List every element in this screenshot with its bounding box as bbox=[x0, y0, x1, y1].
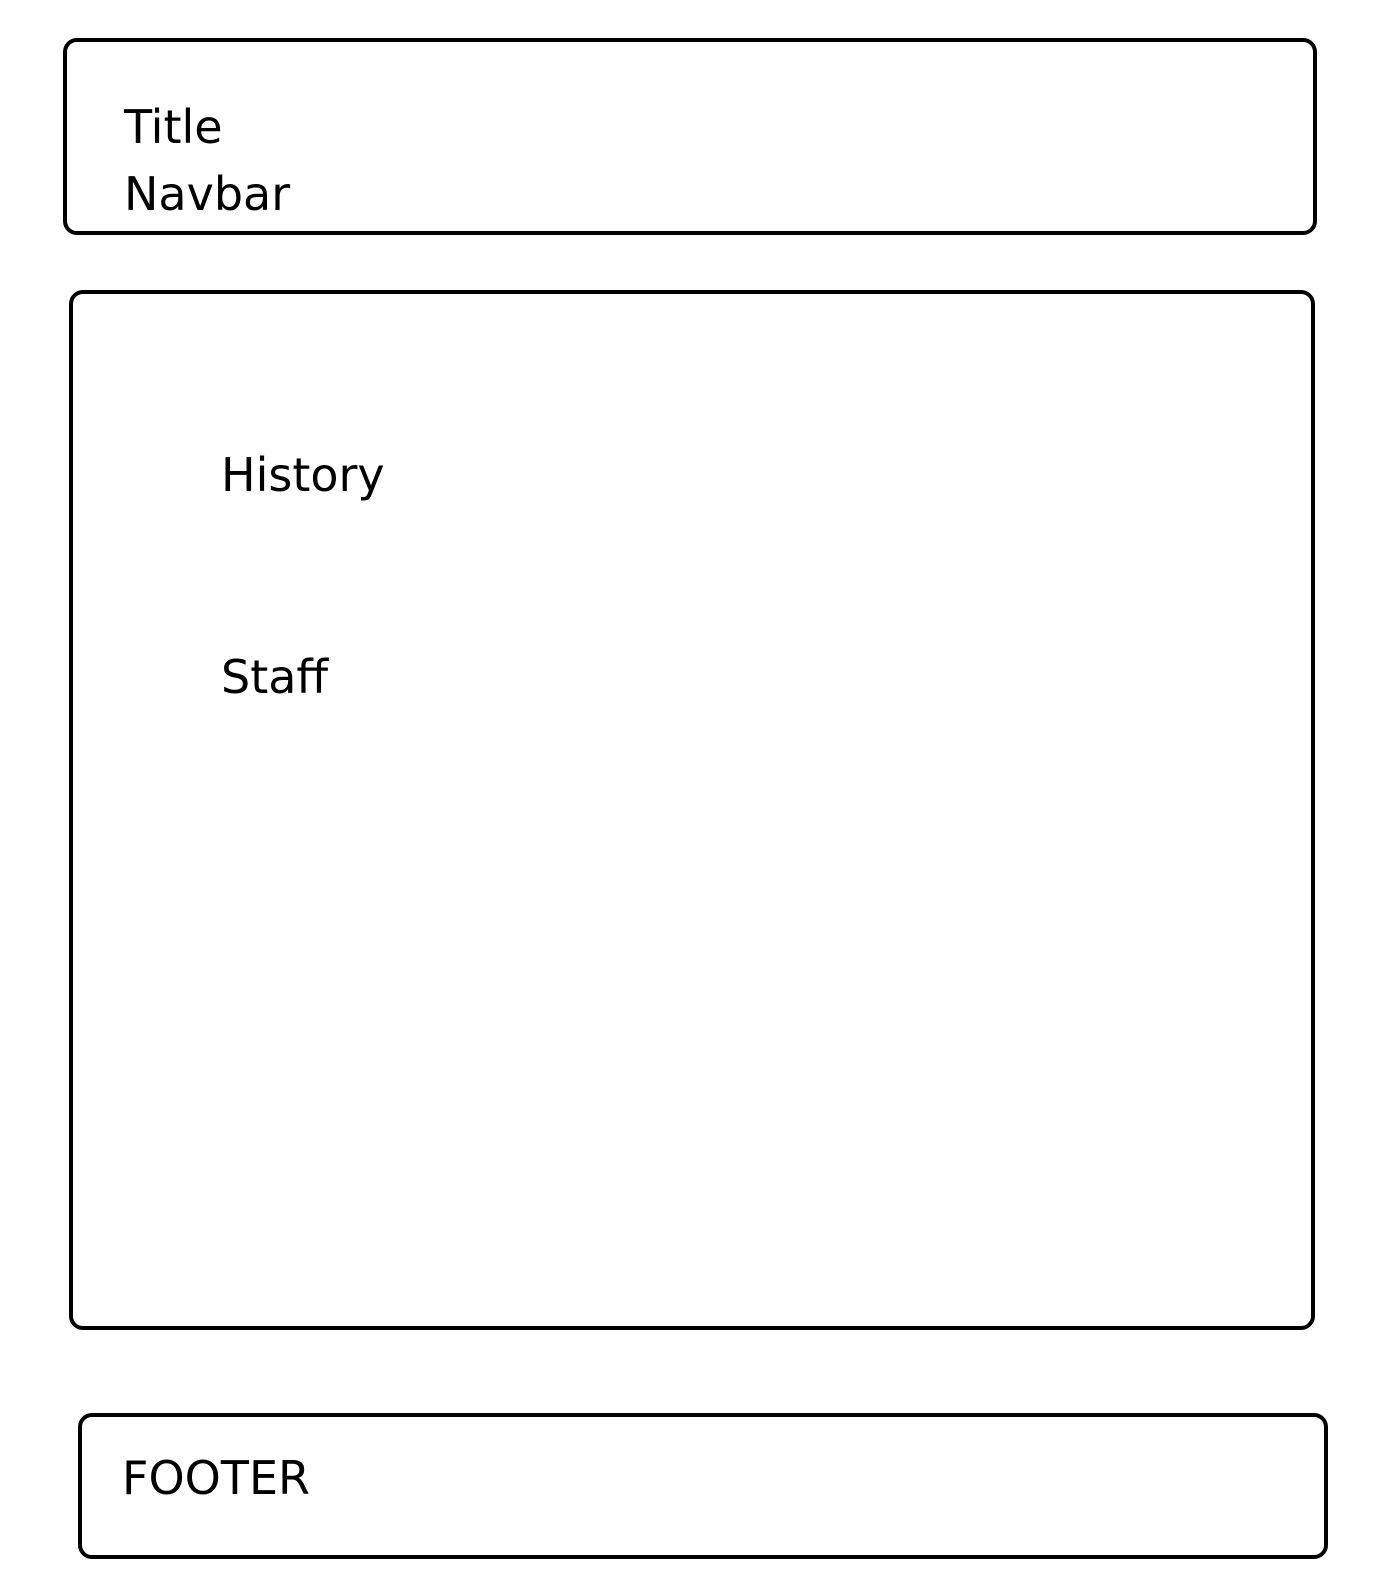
footer-label: FOOTER bbox=[122, 1451, 310, 1505]
footer-box: FOOTER bbox=[78, 1413, 1328, 1559]
main-content-box: History Staff bbox=[69, 290, 1315, 1330]
section-history-label: History bbox=[221, 448, 385, 502]
section-staff-label: Staff bbox=[221, 650, 329, 704]
header-box: Title Navbar bbox=[63, 38, 1317, 235]
page-title: Title bbox=[124, 100, 223, 154]
navbar-label: Navbar bbox=[124, 167, 291, 221]
